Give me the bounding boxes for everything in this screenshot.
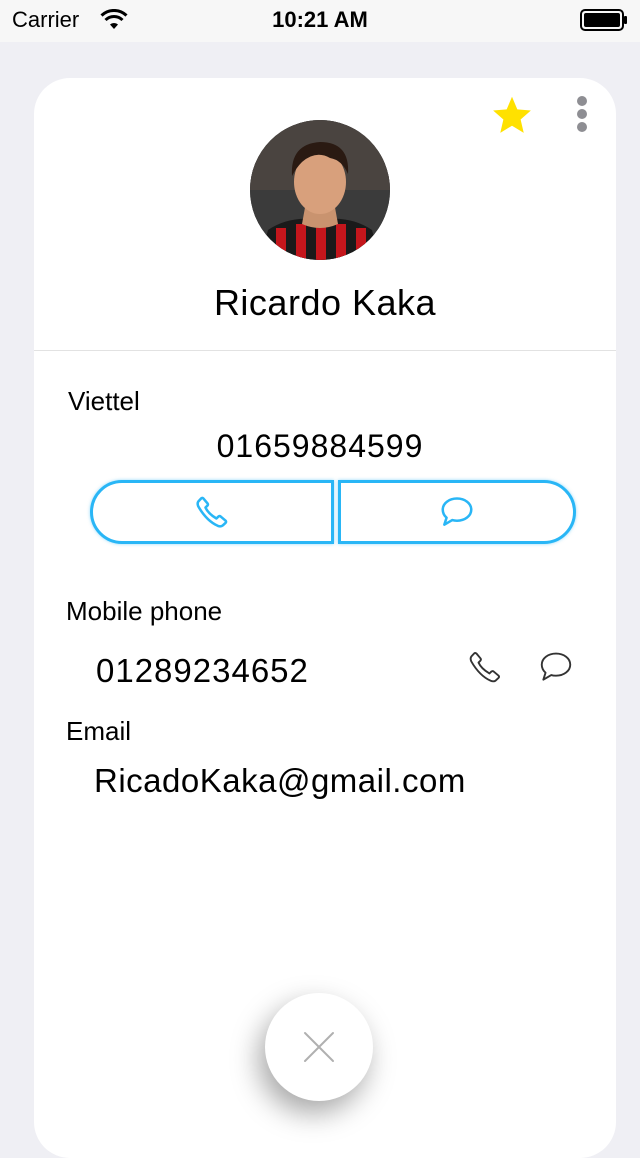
divider xyxy=(34,350,616,351)
avatar xyxy=(250,120,390,260)
close-button[interactable] xyxy=(265,993,373,1101)
phone-icon xyxy=(196,496,228,528)
contact-name: Ricardo Kaka xyxy=(213,282,437,323)
phone-label: Mobile phone xyxy=(66,596,223,626)
close-icon xyxy=(304,1032,334,1062)
phone-label: Viettel xyxy=(68,386,140,416)
phone-icon[interactable] xyxy=(466,648,504,686)
status-bar: Carrier 10:21 AM xyxy=(0,0,640,42)
phone-number[interactable]: 01659884599 xyxy=(34,428,606,465)
avatar-photo xyxy=(250,120,390,260)
clock: 10:21 AM xyxy=(272,7,368,32)
more-vertical-icon[interactable] xyxy=(572,96,592,136)
chat-bubble-icon[interactable] xyxy=(536,648,576,686)
battery-icon xyxy=(580,9,627,31)
message-button[interactable] xyxy=(338,480,576,544)
email-label: Email xyxy=(66,716,132,746)
chat-bubble-icon xyxy=(441,497,473,526)
phone-number[interactable]: 01289234652 xyxy=(96,652,309,690)
star-icon[interactable] xyxy=(490,94,534,138)
call-button[interactable] xyxy=(90,480,334,544)
email-address[interactable]: RicadoKaka@gmail.com xyxy=(94,762,466,800)
